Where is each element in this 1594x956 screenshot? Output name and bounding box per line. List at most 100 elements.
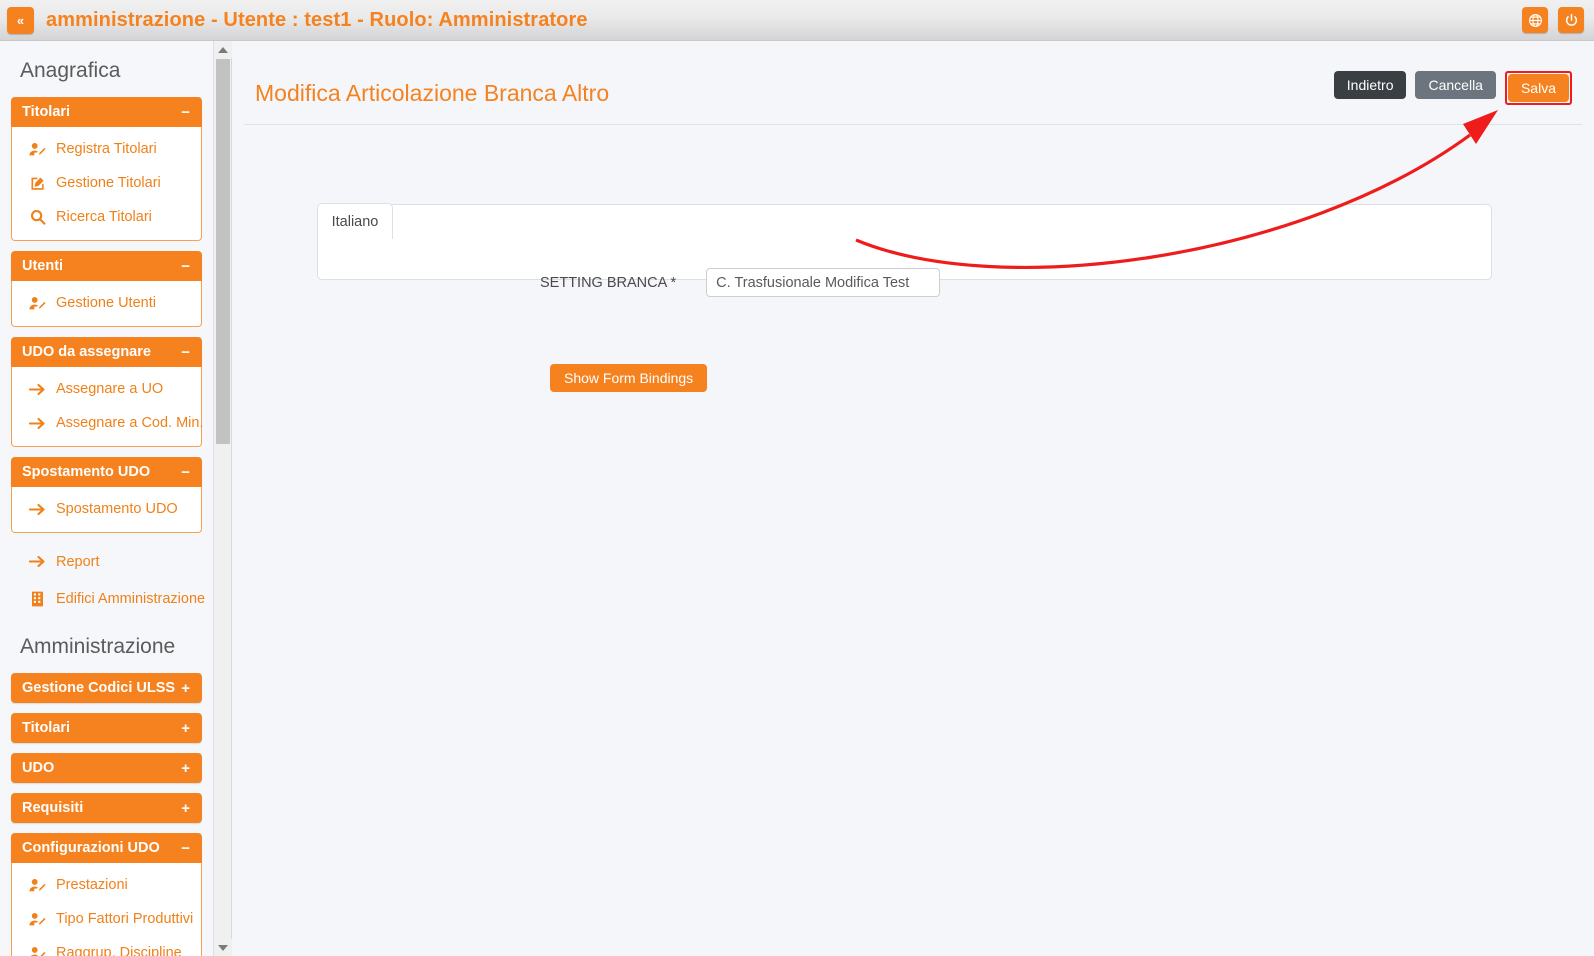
- sidebar-panel-titolari-admin: Titolari +: [11, 713, 202, 743]
- sidebar-item-label: Spostamento UDO: [56, 501, 178, 517]
- collapse-minus-icon: −: [181, 465, 190, 480]
- edit-square-icon: [28, 176, 47, 191]
- arrow-right-icon: [28, 417, 47, 430]
- sidebar-panel-requisiti: Requisiti +: [11, 793, 202, 823]
- sidebar-panel-header-gestione-codici-ulss[interactable]: Gestione Codici ULSS +: [11, 673, 202, 703]
- panel-label: Spostamento UDO: [22, 464, 150, 480]
- show-form-bindings-button[interactable]: Show Form Bindings: [550, 364, 707, 392]
- sidebar-panel-udo: UDO +: [11, 753, 202, 783]
- sidebar-item-prestazioni[interactable]: Prestazioni: [12, 868, 201, 902]
- expand-plus-icon: +: [181, 801, 190, 816]
- sidebar-item-assegnare-a-uo[interactable]: Assegnare a UO: [12, 372, 201, 406]
- arrow-right-icon: [28, 383, 47, 396]
- search-icon: [28, 209, 47, 225]
- sidebar-panel-header-titolari[interactable]: Titolari −: [11, 97, 202, 127]
- user-edit-icon: [28, 878, 47, 893]
- panel-label: UDO: [22, 760, 54, 776]
- user-edit-icon: [28, 142, 47, 157]
- sidebar-panel-body-configurazioni-udo: Prestazioni Tipo Fattori Produttivi: [11, 863, 202, 956]
- sidebar-item-label: Gestione Utenti: [56, 295, 156, 311]
- sidebar-panel-gestione-codici-ulss: Gestione Codici ULSS +: [11, 673, 202, 703]
- cancel-button[interactable]: Cancella: [1415, 71, 1495, 99]
- sidebar-panel-header-spostamento-udo[interactable]: Spostamento UDO −: [11, 457, 202, 487]
- collapse-minus-icon: −: [181, 345, 190, 360]
- save-button-highlight: Salva: [1505, 71, 1572, 105]
- back-button[interactable]: Indietro: [1334, 71, 1407, 99]
- sidebar-item-tipo-fattori-produttivi[interactable]: Tipo Fattori Produttivi: [12, 902, 201, 936]
- panel-label: Utenti: [22, 258, 63, 274]
- sidebar-heading-anagrafica: Anagrafica: [0, 41, 213, 97]
- sidebar-item-label: Assegnare a UO: [56, 381, 163, 397]
- sidebar-panel-udo-da-assegnare: UDO da assegnare − Assegnare a UO: [11, 337, 202, 447]
- top-bar: « amministrazione - Utente : test1 - Ruo…: [0, 0, 1594, 41]
- page-header: Modifica Articolazione Branca Altro Indi…: [244, 63, 1582, 125]
- sidebar-item-label: Edifici Amministrazione: [56, 591, 205, 607]
- sidebar-item-label: Assegnare a Cod. Min.: [56, 415, 204, 431]
- user-edit-icon: [28, 946, 47, 956]
- sidebar-item-ricerca-titolari[interactable]: Ricerca Titolari: [12, 200, 201, 234]
- tab-connector: [318, 237, 392, 241]
- power-icon[interactable]: [1558, 7, 1584, 33]
- sidebar-item-label: Ricerca Titolari: [56, 209, 152, 225]
- sidebar-panel-spostamento-udo: Spostamento UDO − Spostamento UDO: [11, 457, 202, 533]
- sidebar-panel-header-udo[interactable]: UDO +: [11, 753, 202, 783]
- expand-plus-icon: +: [181, 721, 190, 736]
- arrow-right-icon: [28, 555, 47, 568]
- sidebar-item-gestione-titolari[interactable]: Gestione Titolari: [12, 166, 201, 200]
- sidebar-item-report[interactable]: Report: [11, 543, 202, 580]
- sidebar-item-registra-titolari[interactable]: Registra Titolari: [12, 132, 201, 166]
- sidebar-panel-header-configurazioni-udo[interactable]: Configurazioni UDO −: [11, 833, 202, 863]
- sidebar-panel-header-utenti[interactable]: Utenti −: [11, 251, 202, 281]
- sidebar-content: Anagrafica Titolari − Registra Titolari: [0, 41, 213, 956]
- scrollbar-thumb[interactable]: [216, 59, 230, 444]
- globe-icon[interactable]: [1522, 7, 1548, 33]
- sidebar-panel-utenti: Utenti − Gestione Utenti: [11, 251, 202, 327]
- building-icon: [28, 591, 47, 607]
- collapse-minus-icon: −: [181, 105, 190, 120]
- sidebar-scrollbar[interactable]: [213, 41, 231, 956]
- user-edit-icon: [28, 912, 47, 927]
- scroll-up-arrow-icon[interactable]: [214, 41, 232, 58]
- field-row-setting-branca: SETTING BRANCA *: [540, 268, 940, 297]
- sidebar-panel-body-spostamento-udo: Spostamento UDO: [11, 487, 202, 533]
- sidebar-item-label: Raggrup. Discipline: [56, 945, 182, 956]
- sidebar-panel-header-udo-da-assegnare[interactable]: UDO da assegnare −: [11, 337, 202, 367]
- sidebar-panel-header-requisiti[interactable]: Requisiti +: [11, 793, 202, 823]
- tab-italiano[interactable]: Italiano: [317, 203, 393, 239]
- sidebar-item-label: Report: [56, 554, 100, 570]
- sidebar-item-label: Gestione Titolari: [56, 175, 161, 191]
- sidebar-panel-body-utenti: Gestione Utenti: [11, 281, 202, 327]
- panel-label: Titolari: [22, 104, 70, 120]
- arrow-right-icon: [28, 503, 47, 516]
- form-panel: SETTING BRANCA *: [317, 204, 1492, 280]
- sidebar-item-edifici-amministrazione[interactable]: Edifici Amministrazione: [11, 580, 202, 617]
- sidebar-item-spostamento-udo[interactable]: Spostamento UDO: [12, 492, 201, 526]
- sidebar-panel-titolari: Titolari − Registra Titolari: [11, 97, 202, 241]
- sidebar-item-raggrup-discipline[interactable]: Raggrup. Discipline: [12, 936, 201, 956]
- sidebar-item-assegnare-a-cod-min[interactable]: Assegnare a Cod. Min.: [12, 406, 201, 440]
- setting-branca-label: SETTING BRANCA *: [540, 275, 676, 291]
- panel-label: Configurazioni UDO: [22, 840, 160, 856]
- sidebar-item-label: Prestazioni: [56, 877, 128, 893]
- page-title: Modifica Articolazione Branca Altro: [244, 80, 609, 107]
- sidebar-item-label: Registra Titolari: [56, 141, 157, 157]
- user-edit-icon: [28, 296, 47, 311]
- app-title: amministrazione - Utente : test1 - Ruolo…: [46, 9, 588, 32]
- panel-label: Requisiti: [22, 800, 83, 816]
- sidebar-heading-amministrazione: Amministrazione: [0, 617, 213, 673]
- header-action-buttons: Indietro Cancella Salva: [1334, 71, 1572, 105]
- expand-plus-icon: +: [181, 761, 190, 776]
- panel-label: Titolari: [22, 720, 70, 736]
- save-button[interactable]: Salva: [1508, 74, 1569, 102]
- panel-label: Gestione Codici ULSS: [22, 680, 175, 696]
- sidebar-item-gestione-utenti[interactable]: Gestione Utenti: [12, 286, 201, 320]
- setting-branca-input[interactable]: [706, 268, 940, 297]
- collapse-minus-icon: −: [181, 841, 190, 856]
- main-content: Modifica Articolazione Branca Altro Indi…: [232, 41, 1594, 956]
- sidebar-panel-header-titolari-admin[interactable]: Titolari +: [11, 713, 202, 743]
- panel-label: UDO da assegnare: [22, 344, 151, 360]
- double-chevron-left-icon[interactable]: «: [7, 7, 34, 34]
- sidebar-panel-configurazioni-udo: Configurazioni UDO − Prestazioni: [11, 833, 202, 956]
- scroll-down-arrow-icon[interactable]: [214, 939, 232, 956]
- collapse-minus-icon: −: [181, 259, 190, 274]
